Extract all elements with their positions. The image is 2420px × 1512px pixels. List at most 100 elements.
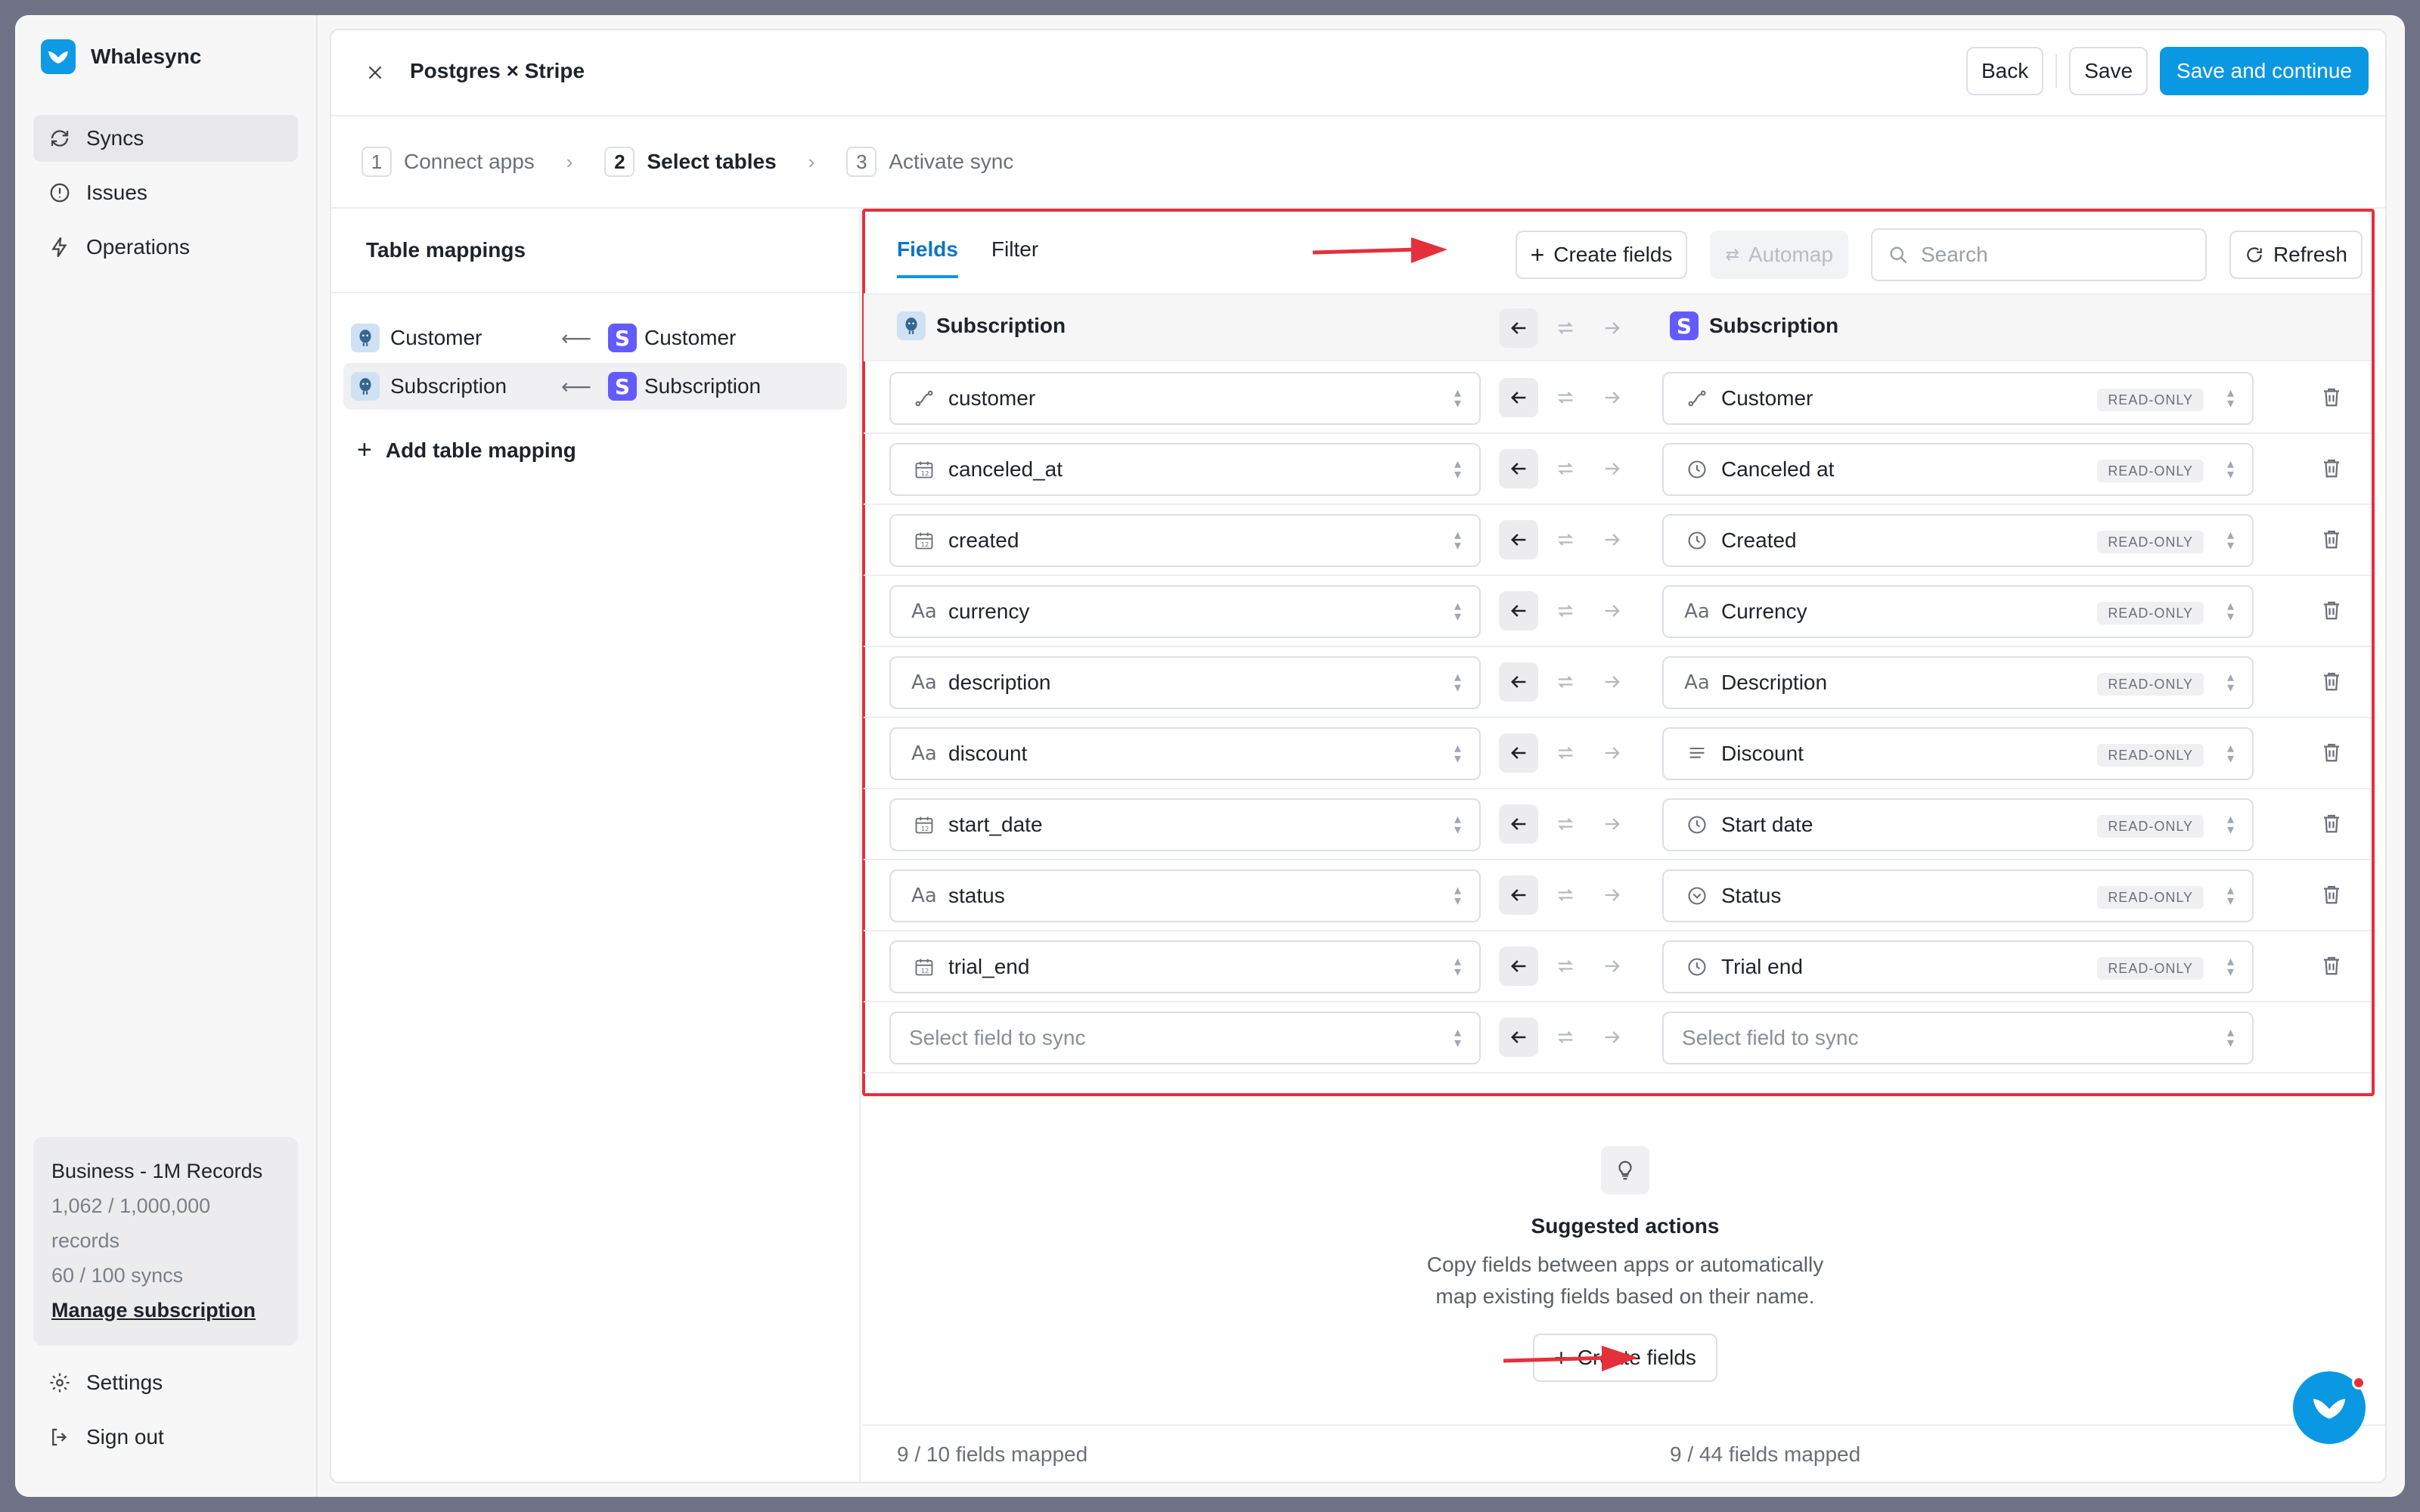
trash-icon[interactable]	[2320, 386, 2343, 408]
brand[interactable]: Whalesync	[41, 39, 201, 74]
dest-field-select[interactable]: Aa Description READ-ONLY ▴ ▾	[1662, 656, 2254, 709]
nav-item-syncs[interactable]: Syncs	[33, 115, 298, 162]
direction-left-button[interactable]	[1499, 1018, 1538, 1057]
direction-left-button[interactable]	[1499, 591, 1538, 631]
direction-left-button[interactable]	[1499, 662, 1538, 702]
arrow-right-icon	[1605, 960, 1620, 972]
nav-item-issues[interactable]: Issues	[33, 169, 298, 216]
direction-right-button[interactable]	[1593, 875, 1632, 915]
step-connect-apps[interactable]: 1 Connect apps	[361, 147, 535, 177]
direction-both-button[interactable]	[1546, 804, 1585, 844]
trash-icon[interactable]	[2320, 457, 2343, 479]
dest-field-name: Status	[1721, 884, 1782, 907]
save-and-continue-button[interactable]: Save and continue	[2160, 47, 2369, 95]
manage-subscription-link[interactable]: Manage subscription	[51, 1293, 280, 1328]
dest-table-name: Subscription	[1709, 314, 1839, 337]
direction-left-button[interactable]	[1499, 733, 1538, 773]
save-button[interactable]: Save	[2069, 47, 2149, 95]
direction-left-button[interactable]	[1499, 449, 1538, 488]
back-button[interactable]: Back	[1965, 47, 2044, 95]
direction-left-button[interactable]	[1499, 804, 1538, 844]
suggested-line-1: Copy fields between apps or automaticall…	[1426, 1253, 1824, 1276]
dest-field-select[interactable]: Discount READ-ONLY ▴ ▾	[1662, 727, 2254, 780]
trash-icon[interactable]	[2320, 599, 2343, 621]
direction-left-button[interactable]	[1499, 875, 1538, 915]
direction-right-button[interactable]	[1593, 733, 1632, 773]
source-field-select[interactable]: Aa currency ▴ ▾	[889, 585, 1481, 638]
direction-right-button[interactable]	[1593, 591, 1632, 631]
direction-right-button[interactable]	[1593, 804, 1632, 844]
source-field-select[interactable]: 12 created ▴ ▾	[889, 514, 1481, 567]
direction-both-button[interactable]	[1546, 662, 1585, 702]
read-only-badge: READ-ONLY	[2097, 886, 2204, 909]
chat-launcher-button[interactable]	[2293, 1371, 2366, 1444]
close-icon	[368, 66, 382, 79]
dest-field-select[interactable]: Customer READ-ONLY ▴ ▾	[1662, 372, 2254, 425]
automap-button[interactable]: ⇄ Automap	[1710, 231, 1848, 279]
direction-both-button[interactable]	[1546, 308, 1585, 348]
trash-icon[interactable]	[2320, 528, 2343, 550]
source-field-select[interactable]: 12 trial_end ▴ ▾	[889, 940, 1481, 993]
direction-left-button[interactable]	[1499, 378, 1538, 417]
direction-both-button[interactable]	[1546, 947, 1585, 986]
table-mapping-subscription[interactable]: Subscription ⟵ S Subscription	[343, 363, 847, 410]
nav-item-label: Syncs	[86, 126, 144, 150]
direction-right-button[interactable]	[1593, 1018, 1632, 1057]
direction-left-button[interactable]	[1499, 947, 1538, 986]
direction-right-button[interactable]	[1593, 947, 1632, 986]
arrow-left-icon	[1511, 676, 1526, 688]
direction-left-button[interactable]	[1499, 308, 1538, 348]
direction-both-button[interactable]	[1546, 591, 1585, 631]
direction-both-button[interactable]	[1546, 449, 1585, 488]
trash-icon[interactable]	[2320, 883, 2343, 906]
chevron-updown-icon: ▴ ▾	[1454, 740, 1461, 766]
direction-left-button[interactable]	[1499, 520, 1538, 559]
direction-right-button[interactable]	[1593, 308, 1632, 348]
search-input[interactable]: Search	[1870, 228, 2207, 281]
nav-item-sign-out[interactable]: Sign out	[33, 1414, 298, 1461]
trash-icon[interactable]	[2320, 954, 2343, 977]
tab-fields[interactable]: Fields	[897, 237, 958, 278]
direction-both-button[interactable]	[1546, 520, 1585, 559]
direction-right-button[interactable]	[1593, 662, 1632, 702]
refresh-button[interactable]: Refresh	[2229, 231, 2363, 279]
trash-icon[interactable]	[2320, 741, 2343, 764]
dest-field-name: Discount	[1721, 742, 1804, 765]
source-field-select[interactable]: 12 start_date ▴ ▾	[889, 798, 1481, 851]
add-table-mapping-button[interactable]: + Add table mapping	[357, 435, 576, 465]
direction-both-button[interactable]	[1546, 1018, 1585, 1057]
read-only-badge: READ-ONLY	[2097, 957, 2204, 980]
nav-item-settings[interactable]: Settings	[33, 1359, 298, 1406]
source-field-select[interactable]: Aa discount ▴ ▾	[889, 727, 1481, 780]
refresh-label: Refresh	[2273, 243, 2347, 266]
nav-item-operations[interactable]: Operations	[33, 224, 298, 271]
direction-both-button[interactable]	[1546, 378, 1585, 417]
arrows-both-icon	[1558, 605, 1573, 617]
direction-right-button[interactable]	[1593, 378, 1632, 417]
source-field-select[interactable]: Aa description ▴ ▾	[889, 656, 1481, 709]
dest-field-select[interactable]: Aa Currency READ-ONLY ▴ ▾	[1662, 585, 2254, 638]
trash-icon[interactable]	[2320, 812, 2343, 835]
direction-right-button[interactable]	[1593, 449, 1632, 488]
table-mapping-customer[interactable]: Customer ⟵ S Customer	[343, 314, 847, 361]
step-select-tables[interactable]: 2 Select tables	[604, 147, 777, 177]
dest-field-select[interactable]: Trial end READ-ONLY ▴ ▾	[1662, 940, 2254, 993]
dest-field-select[interactable]: Start date READ-ONLY ▴ ▾	[1662, 798, 2254, 851]
direction-both-button[interactable]	[1546, 875, 1585, 915]
arrow-right-icon	[1605, 534, 1620, 546]
tab-filter[interactable]: Filter	[991, 237, 1038, 278]
create-fields-button[interactable]: + Create fields	[1515, 231, 1688, 279]
step-activate-sync[interactable]: 3 Activate sync	[846, 147, 1013, 177]
trash-icon[interactable]	[2320, 670, 2343, 692]
source-field-select[interactable]: Select field to sync ▴ ▾	[889, 1012, 1481, 1064]
source-field-select[interactable]: customer ▴ ▾	[889, 372, 1481, 425]
close-button[interactable]	[361, 59, 389, 86]
direction-both-button[interactable]	[1546, 733, 1585, 773]
dest-field-select[interactable]: Created READ-ONLY ▴ ▾	[1662, 514, 2254, 567]
direction-right-button[interactable]	[1593, 520, 1632, 559]
source-field-select[interactable]: 12 canceled_at ▴ ▾	[889, 443, 1481, 496]
source-field-select[interactable]: Aa status ▴ ▾	[889, 869, 1481, 922]
dest-field-select[interactable]: Canceled at READ-ONLY ▴ ▾	[1662, 443, 2254, 496]
dest-field-select[interactable]: Select field to sync ▴ ▾	[1662, 1012, 2254, 1064]
dest-field-select[interactable]: Status READ-ONLY ▴ ▾	[1662, 869, 2254, 922]
